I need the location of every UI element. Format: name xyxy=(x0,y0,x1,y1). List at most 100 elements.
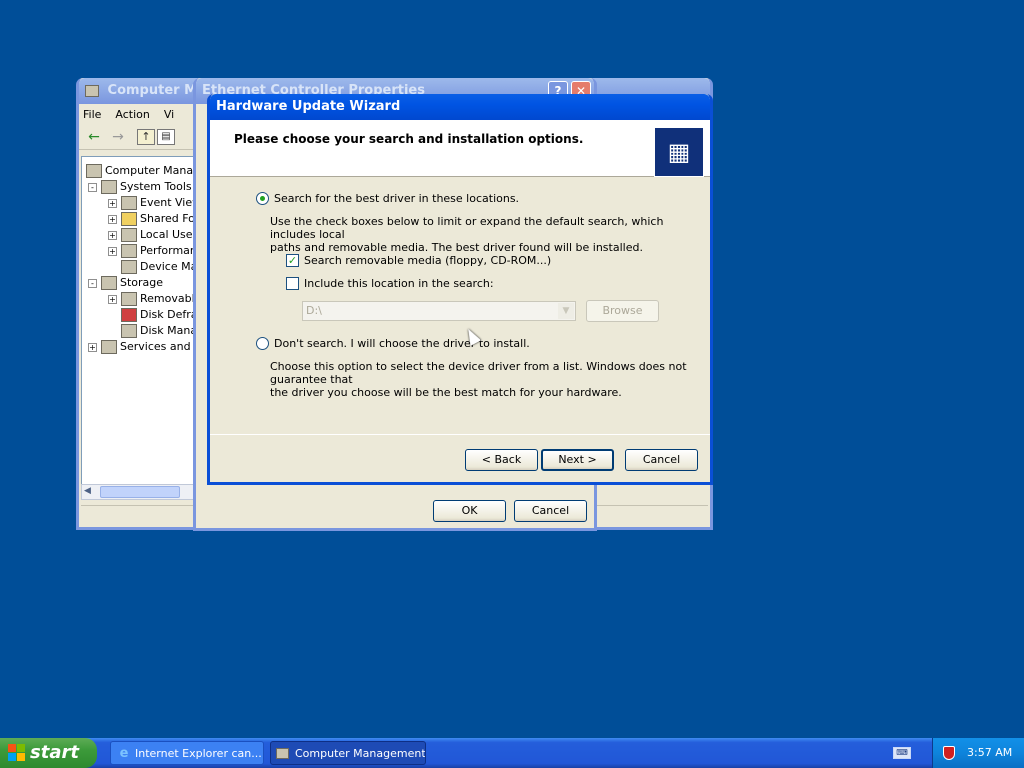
performance-icon xyxy=(121,244,137,258)
check-removable-label: Search removable media (floppy, CD-ROM..… xyxy=(304,254,552,267)
tree-label: Event Viewe xyxy=(140,196,195,209)
menu-file[interactable]: File xyxy=(83,108,101,121)
check-include-label: Include this location in the search: xyxy=(304,277,494,290)
tree-label: Performan xyxy=(140,244,196,257)
storage-icon xyxy=(101,276,117,290)
taskbar-item-label: Computer Management xyxy=(295,747,426,760)
hardware-wizard-icon: ▦ xyxy=(654,127,704,177)
checkbox-checked-icon[interactable]: ✓ xyxy=(286,254,299,267)
start-button[interactable]: start xyxy=(0,738,97,768)
option-search-desc-line2: paths and removable media. The best driv… xyxy=(270,241,643,254)
show-hide-tree-icon[interactable]: ▤ xyxy=(157,128,175,145)
tree-item-computer-management[interactable]: Computer Manage xyxy=(86,163,195,179)
expand-icon[interactable]: + xyxy=(108,246,117,256)
tree-item-disk-management[interactable]: Disk Manag xyxy=(121,323,195,339)
back-button[interactable]: < Back xyxy=(465,449,538,471)
tree-label: Disk Manag xyxy=(140,324,195,337)
tree-label: Computer Manage xyxy=(105,164,195,177)
option-search-best-driver[interactable]: Search for the best driver in these loca… xyxy=(256,192,519,205)
collapse-icon[interactable]: - xyxy=(88,182,97,192)
collapse-icon[interactable]: - xyxy=(88,278,97,288)
expand-icon[interactable]: + xyxy=(108,294,117,304)
tree-item-device-manager[interactable]: Device Ma xyxy=(121,259,195,275)
wizard-titlebar[interactable]: Hardware Update Wizard xyxy=(210,94,710,120)
wizard-header-title: Please choose your search and installati… xyxy=(234,132,584,146)
hardware-update-wizard: Hardware Update Wizard Please choose you… xyxy=(207,94,713,485)
windows-logo-icon xyxy=(8,744,26,762)
menu-view[interactable]: Vi xyxy=(164,108,174,121)
tree-label: System Tools xyxy=(120,180,192,193)
scroll-left-icon[interactable]: ◀ xyxy=(84,486,91,496)
tree-label: Local User xyxy=(140,228,196,241)
users-icon xyxy=(121,228,137,242)
security-shield-icon[interactable] xyxy=(943,746,955,760)
expand-icon[interactable]: + xyxy=(108,214,117,224)
option-dont-search[interactable]: Don't search. I will choose the driver t… xyxy=(256,337,530,350)
wizard-header: Please choose your search and installati… xyxy=(210,120,710,177)
internet-explorer-icon: e xyxy=(119,746,129,761)
cancel-button[interactable]: Cancel xyxy=(625,449,698,471)
computer-icon xyxy=(86,164,102,178)
tree-label: Storage xyxy=(120,276,164,289)
shared-folders-icon xyxy=(121,212,137,226)
expand-icon[interactable]: + xyxy=(108,230,117,240)
option-dont-search-desc-line1: Choose this option to select the device … xyxy=(270,360,687,386)
radio-unselected-icon[interactable] xyxy=(256,337,269,350)
expand-icon[interactable]: + xyxy=(88,342,97,352)
check-include-location[interactable]: Include this location in the search: xyxy=(286,277,494,290)
keyboard-icon[interactable]: ⌨ xyxy=(893,747,911,759)
tree-item-storage[interactable]: - Storage xyxy=(88,275,163,291)
back-arrow-icon[interactable]: ← xyxy=(83,127,105,147)
tree-item-event-viewer[interactable]: + Event Viewe xyxy=(108,195,195,211)
tools-icon xyxy=(101,180,117,194)
defrag-icon xyxy=(121,308,137,322)
up-folder-icon[interactable]: ↑ xyxy=(137,128,155,145)
tree-label: Services and A xyxy=(120,340,196,353)
location-combobox[interactable]: D:\ ▼ xyxy=(302,301,576,321)
tree-label: Shared Fo xyxy=(140,212,195,225)
option-search-description: Use the check boxes below to limit or ex… xyxy=(270,215,710,254)
expand-icon[interactable]: + xyxy=(108,198,117,208)
tree-label: Disk Defra xyxy=(140,308,196,321)
computer-management-title-icon xyxy=(85,84,99,97)
radio-selected-icon[interactable] xyxy=(256,192,269,205)
chevron-down-icon[interactable]: ▼ xyxy=(558,303,574,319)
cancel-button[interactable]: Cancel xyxy=(514,500,587,522)
tree-item-services[interactable]: + Services and A xyxy=(88,339,196,355)
location-value: D:\ xyxy=(306,304,322,317)
tree-item-shared-folders[interactable]: + Shared Fo xyxy=(108,211,195,227)
device-manager-icon xyxy=(121,260,137,274)
wizard-separator xyxy=(210,434,710,435)
system-tray: 3:57 AM xyxy=(932,738,1024,768)
event-viewer-icon xyxy=(121,196,137,210)
menu-action[interactable]: Action xyxy=(115,108,149,121)
browse-button[interactable]: Browse xyxy=(586,300,659,322)
scroll-thumb[interactable] xyxy=(100,486,180,498)
option-dont-search-description: Choose this option to select the device … xyxy=(270,360,710,399)
next-button[interactable]: Next > xyxy=(541,449,614,471)
removable-storage-icon xyxy=(121,292,137,306)
forward-arrow-icon[interactable]: → xyxy=(107,127,129,147)
console-tree: Computer Manage - System Tools + Event Vie… xyxy=(81,156,196,488)
tree-label: Removable xyxy=(140,292,196,305)
option-dont-search-label: Don't search. I will choose the driver t… xyxy=(274,337,530,350)
computer-management-icon xyxy=(276,748,289,759)
tree-item-local-users[interactable]: + Local User xyxy=(108,227,196,243)
tree-item-removable-storage[interactable]: + Removable xyxy=(108,291,196,307)
tree-item-disk-defragmenter[interactable]: Disk Defra xyxy=(121,307,196,323)
services-icon xyxy=(101,340,117,354)
clock: 3:57 AM xyxy=(967,746,1013,759)
taskbar-item-internet-explorer[interactable]: e Internet Explorer can... xyxy=(110,741,264,765)
tree-item-performance[interactable]: + Performan xyxy=(108,243,196,259)
taskbar-item-computer-management[interactable]: Computer Management xyxy=(270,741,426,765)
taskbar-item-label: Internet Explorer can... xyxy=(135,747,262,760)
check-removable-media[interactable]: ✓ Search removable media (floppy, CD-ROM… xyxy=(286,254,551,267)
ok-button[interactable]: OK xyxy=(433,500,506,522)
option-search-desc-line1: Use the check boxes below to limit or ex… xyxy=(270,215,664,241)
start-label: start xyxy=(30,742,79,763)
option-search-label: Search for the best driver in these loca… xyxy=(274,192,520,205)
tree-item-system-tools[interactable]: - System Tools xyxy=(88,179,192,195)
checkbox-unchecked-icon[interactable] xyxy=(286,277,299,290)
tree-horizontal-scrollbar[interactable]: ◀ xyxy=(81,484,196,500)
option-dont-search-desc-line2: the driver you choose will be the best m… xyxy=(270,386,622,399)
